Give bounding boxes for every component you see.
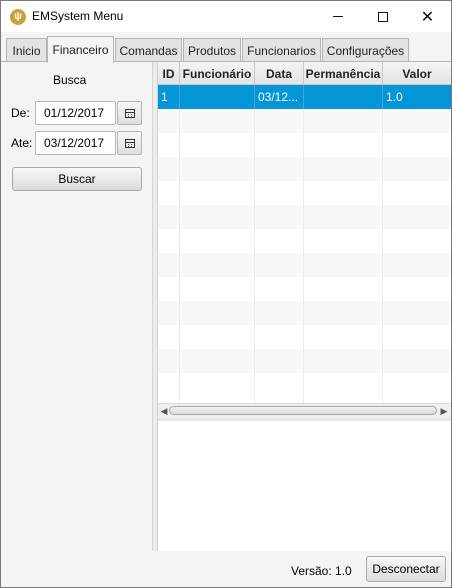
from-date-label: De: — [11, 106, 30, 120]
from-date-input[interactable]: 01/12/2017 — [35, 101, 116, 125]
search-heading: Busca — [53, 73, 87, 87]
tab-financeiro[interactable]: Financeiro — [47, 36, 114, 63]
close-button[interactable]: ✕ — [405, 1, 450, 32]
column-divider — [382, 109, 383, 403]
to-date-label: Ate: — [11, 136, 33, 150]
cell-data: 03/12... — [255, 85, 304, 109]
minimize-icon — [332, 16, 343, 17]
from-date-picker-button[interactable] — [117, 101, 142, 125]
status-bar: Versão: 1.0 Desconectar — [1, 551, 451, 587]
minimize-button[interactable] — [315, 1, 360, 32]
tab-configuracoes[interactable]: Configurações — [322, 38, 409, 62]
empty-row — [158, 157, 451, 181]
window-title: EMSystem Menu — [32, 9, 124, 23]
disconnect-button[interactable]: Desconectar — [366, 556, 446, 582]
empty-row — [158, 277, 451, 301]
results-table: ID Funcionário Data Permanência Valor 1 … — [158, 62, 451, 403]
app-window: ψ EMSystem Menu ✕ Inicio Financeiro Coma… — [0, 0, 452, 588]
scroll-right-icon[interactable]: ▶ — [439, 406, 449, 416]
cell-permanencia — [304, 85, 383, 109]
tab-inicio[interactable]: Inicio — [6, 38, 47, 62]
search-button[interactable]: Buscar — [12, 167, 142, 191]
empty-row — [158, 349, 451, 373]
tab-comandas[interactable]: Comandas — [115, 38, 182, 62]
empty-row — [158, 229, 451, 253]
column-divider — [179, 109, 180, 403]
empty-row — [158, 373, 451, 397]
calendar-icon — [124, 108, 135, 118]
empty-row — [158, 109, 451, 133]
empty-row — [158, 133, 451, 157]
column-header-permanencia[interactable]: Permanência — [304, 62, 383, 85]
cell-valor: 1.0 — [386, 90, 403, 104]
fork-knife-icon: ψ — [10, 9, 26, 25]
maximize-button[interactable] — [360, 1, 405, 32]
calendar-icon — [124, 138, 135, 148]
version-label: Versão: 1.0 — [291, 564, 352, 578]
empty-row — [158, 181, 451, 205]
column-divider — [303, 109, 304, 403]
table-header: ID Funcionário Data Permanência Valor — [158, 62, 451, 85]
detail-pane — [158, 418, 451, 551]
title-bar[interactable]: ψ EMSystem Menu ✕ — [1, 1, 451, 32]
column-header-valor[interactable]: Valor — [383, 62, 451, 85]
to-date-picker-button[interactable] — [117, 131, 142, 155]
empty-row — [158, 253, 451, 277]
tab-produtos[interactable]: Produtos — [183, 38, 241, 62]
column-header-data[interactable]: Data — [255, 62, 304, 85]
tab-funcionarios[interactable]: Funcionarios — [242, 38, 321, 62]
maximize-icon — [377, 11, 388, 22]
close-icon: ✕ — [420, 6, 435, 26]
empty-row — [158, 325, 451, 349]
column-header-id[interactable]: ID — [158, 62, 180, 85]
search-panel: Busca De: 01/12/2017 Ate: 03/12/2017 Bus… — [1, 62, 152, 551]
empty-row — [158, 301, 451, 325]
tab-bar: Inicio Financeiro Comandas Produtos Func… — [1, 32, 451, 63]
scrollbar-thumb[interactable] — [169, 406, 437, 415]
to-date-input[interactable]: 03/12/2017 — [35, 131, 116, 155]
cell-id: 1 — [158, 85, 180, 109]
horizontal-scrollbar[interactable]: ◀ ▶ — [158, 403, 451, 418]
table-row[interactable]: 1 03/12... 1.0 — [158, 85, 451, 109]
scroll-left-icon[interactable]: ◀ — [159, 406, 169, 416]
column-divider — [254, 109, 255, 403]
column-header-funcionario[interactable]: Funcionário — [180, 62, 255, 85]
empty-row — [158, 205, 451, 229]
cell-funcionario — [180, 85, 255, 109]
